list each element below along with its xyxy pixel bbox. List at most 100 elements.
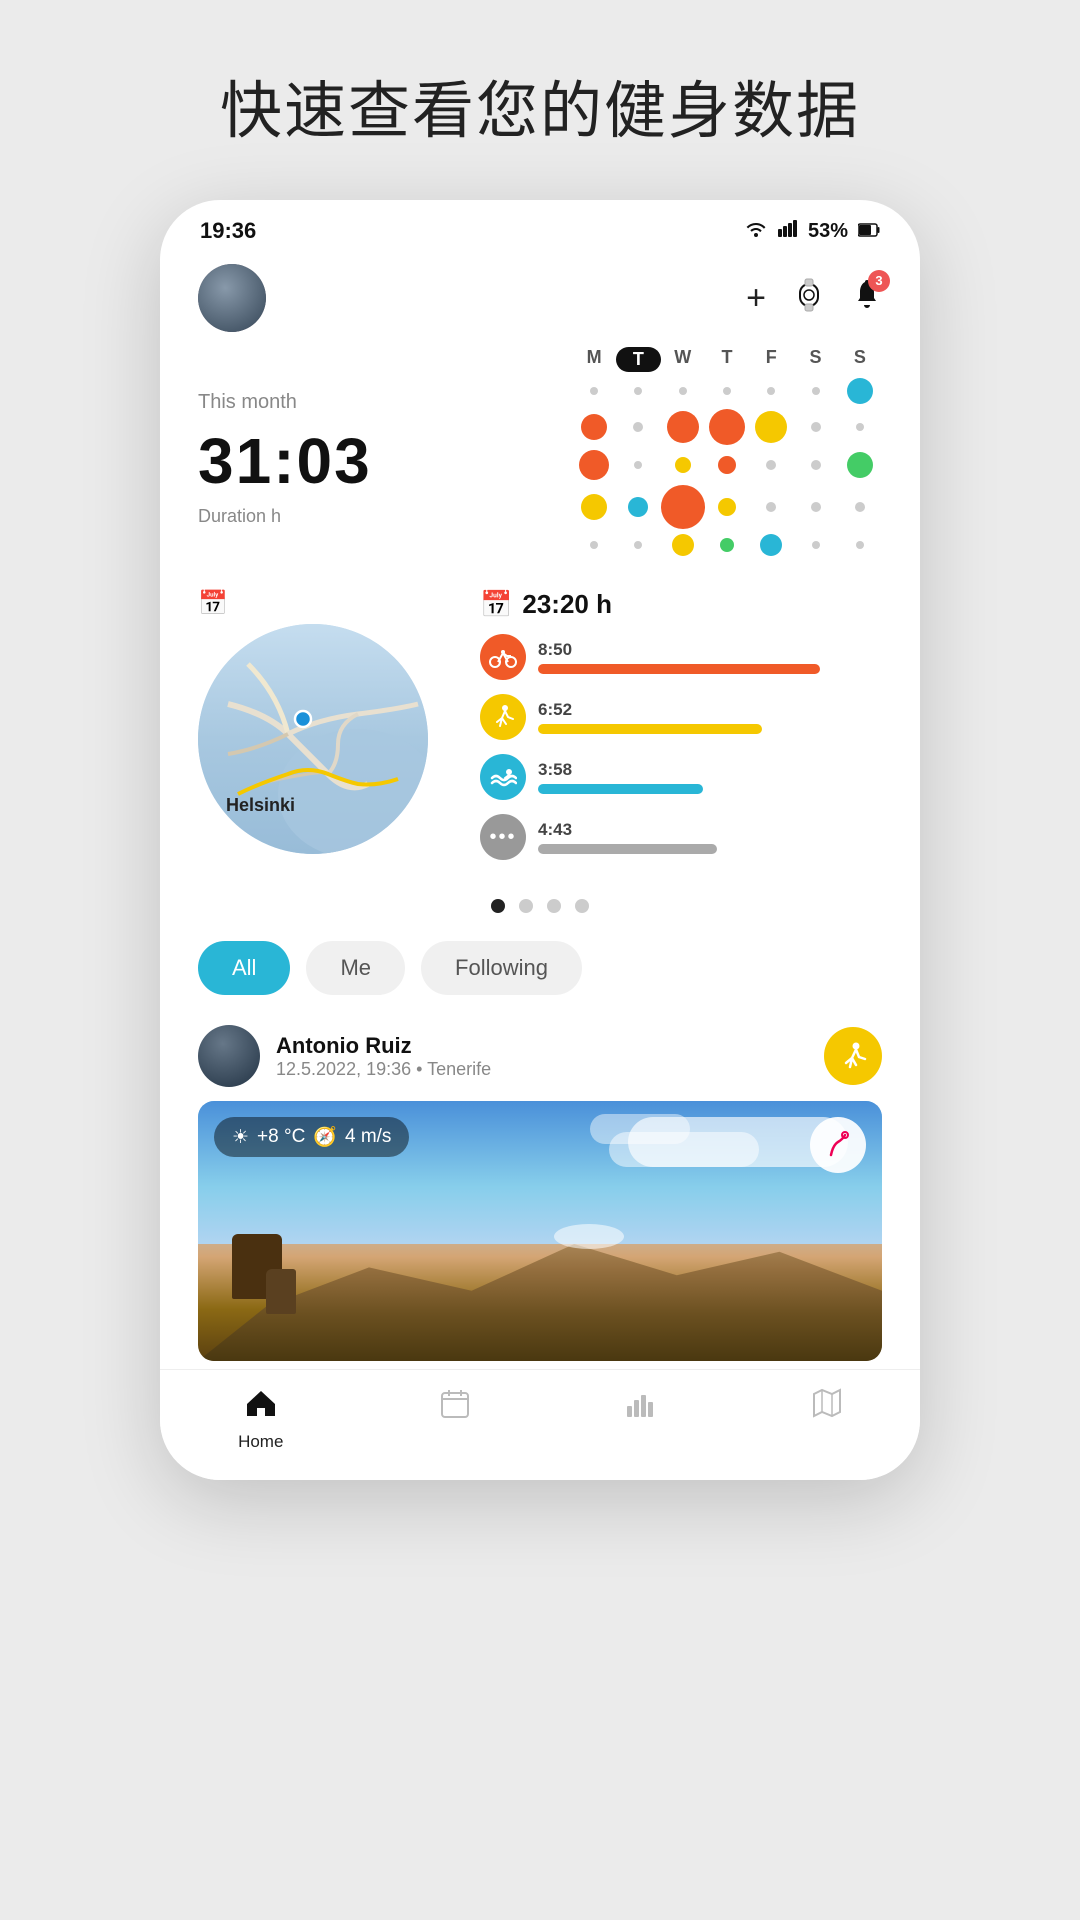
nav-calendar-icon (440, 1388, 470, 1426)
calendar-grid-container: M T W T F S S (572, 347, 882, 561)
filter-me-button[interactable]: Me (306, 941, 405, 995)
wind-icon: 🧭 (313, 1125, 337, 1149)
post-run-badge[interactable] (824, 1027, 882, 1085)
nav-icons: + 3 (746, 278, 882, 319)
nav-stats-icon (626, 1388, 656, 1426)
rock-2 (266, 1269, 296, 1314)
map-card: 📅 (198, 589, 458, 874)
bottom-nav: Home (160, 1369, 920, 1480)
activity-section: 📅 (160, 561, 920, 889)
cycling-time: 8:50 (538, 640, 882, 660)
other-time: 4:43 (538, 820, 882, 840)
stats-left: This month 31:03 Duration h (198, 347, 552, 561)
filter-following-button[interactable]: Following (421, 941, 582, 995)
nav-stats[interactable] (626, 1388, 656, 1426)
page-title: 快速查看您的健身数据 (220, 60, 860, 150)
stats-section: This month 31:03 Duration h M T W T F S … (160, 347, 920, 561)
post-header: Antonio Ruiz 12.5.2022, 19:36 • Tenerife (198, 1025, 882, 1087)
activity-item-running: 6:52 (480, 694, 882, 740)
post-avatar[interactable] (198, 1025, 260, 1087)
cal-row-4 (572, 485, 882, 529)
page-dot-1[interactable] (491, 899, 505, 913)
bell-badge: 3 (868, 270, 890, 292)
cycling-bar (538, 664, 820, 674)
swimming-bar-wrap: 3:58 (538, 760, 882, 794)
wind-speed: 4 m/s (345, 1126, 391, 1148)
running-icon (480, 694, 526, 740)
running-time: 6:52 (538, 700, 882, 720)
other-icon: ••• (480, 814, 526, 860)
page-wrapper: 快速查看您的健身数据 19:36 53% (0, 0, 1080, 1920)
top-nav: + 3 (160, 254, 920, 347)
wifi-icon (744, 219, 768, 243)
activity-total-label: 23:20 h (522, 589, 612, 620)
post-user: Antonio Ruiz 12.5.2022, 19:36 • Tenerife (198, 1025, 491, 1087)
cal-row-2 (572, 409, 882, 445)
cycling-icon (480, 634, 526, 680)
add-button[interactable]: + (746, 279, 766, 318)
nav-home[interactable]: Home (238, 1388, 283, 1452)
avatar[interactable] (198, 264, 266, 332)
this-month-label: This month (198, 391, 552, 414)
nav-map-icon (812, 1388, 842, 1426)
cal-row-5 (572, 534, 882, 556)
filter-all-button[interactable]: All (198, 941, 290, 995)
cal-day-w: W (661, 347, 705, 372)
weather-badge: ☀ +8 °C 🧭 4 m/s (214, 1117, 409, 1157)
page-dots (160, 889, 920, 933)
cal-day-s: S (793, 347, 837, 372)
post-meta: 12.5.2022, 19:36 • Tenerife (276, 1059, 491, 1080)
cal-day-t2: T (705, 347, 749, 372)
nav-calendar[interactable] (440, 1388, 470, 1426)
running-bar-wrap: 6:52 (538, 700, 882, 734)
page-dot-4[interactable] (575, 899, 589, 913)
cal-day-f: F (749, 347, 793, 372)
weather-temp: +8 °C (257, 1126, 305, 1148)
nav-home-label: Home (238, 1432, 283, 1452)
map-circle: Helsinki (198, 624, 428, 854)
time-value: 31:03 (198, 424, 552, 498)
swimming-icon (480, 754, 526, 800)
cal-row-1 (572, 378, 882, 404)
other-bar-wrap: 4:43 (538, 820, 882, 854)
bell-button[interactable]: 3 (852, 278, 882, 319)
photo-card: ☀ +8 °C 🧭 4 m/s (198, 1101, 882, 1361)
time-display: 19:36 (200, 218, 256, 244)
other-bar (538, 844, 717, 854)
running-bar (538, 724, 762, 734)
home-icon (245, 1388, 277, 1426)
swimming-time: 3:58 (538, 760, 882, 780)
activity-item-cycling: 8:50 (480, 634, 882, 680)
post-info: Antonio Ruiz 12.5.2022, 19:36 • Tenerife (276, 1033, 491, 1080)
page-dot-3[interactable] (547, 899, 561, 913)
cal-day-m: M (572, 347, 616, 372)
activity-item-swimming: 3:58 (480, 754, 882, 800)
map-calendar-icon: 📅 (198, 589, 458, 618)
cal-row-3 (572, 450, 882, 480)
battery-icon (858, 220, 880, 243)
activity-stats: 📅 23:20 h 8:50 (480, 589, 882, 874)
route-icon[interactable] (810, 1117, 866, 1173)
battery-display: 53% (808, 220, 848, 243)
map-roads (198, 624, 428, 854)
calendar-grid: M T W T F S S (572, 347, 882, 556)
photo-snow (554, 1224, 624, 1249)
duration-label: Duration h (198, 506, 552, 527)
phone-frame: 19:36 53% + (160, 200, 920, 1480)
watch-icon[interactable] (794, 278, 824, 319)
activity-item-other: ••• 4:43 (480, 814, 882, 860)
page-dot-2[interactable] (519, 899, 533, 913)
cloud-3 (590, 1114, 690, 1144)
cal-header: M T W T F S S (572, 347, 882, 372)
status-icons: 53% (744, 219, 880, 243)
map-bg: Helsinki (198, 624, 428, 854)
cal-day-s2: S (838, 347, 882, 372)
swimming-bar (538, 784, 703, 794)
cycling-bar-wrap: 8:50 (538, 640, 882, 674)
signal-icon (778, 219, 798, 243)
activity-post: Antonio Ruiz 12.5.2022, 19:36 • Tenerife (160, 1015, 920, 1361)
activity-calendar-icon: 📅 (480, 589, 512, 620)
status-bar: 19:36 53% (160, 200, 920, 254)
nav-map[interactable] (812, 1388, 842, 1426)
map-city-label: Helsinki (226, 795, 295, 816)
